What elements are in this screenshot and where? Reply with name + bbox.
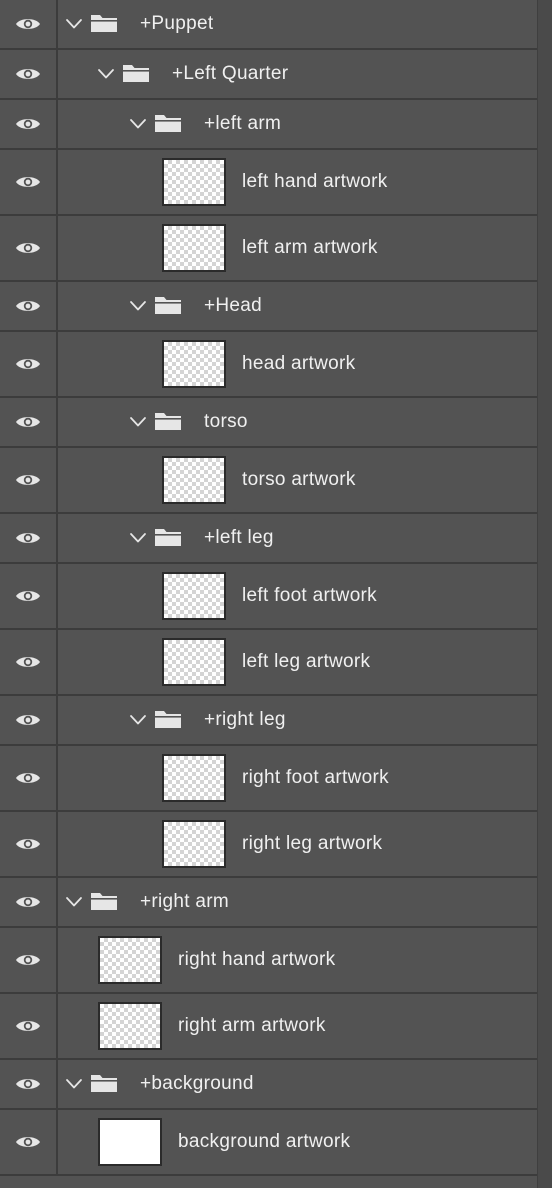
folder-icon — [90, 1073, 118, 1093]
eye-icon[interactable] — [0, 564, 58, 628]
layer-name[interactable]: torso artwork — [242, 468, 356, 492]
layer-group-row[interactable]: +background — [0, 1060, 538, 1110]
layer-thumbnail[interactable] — [162, 340, 226, 388]
group-name[interactable]: +right arm — [140, 890, 229, 914]
eye-icon[interactable] — [0, 878, 58, 926]
group-name[interactable]: +left arm — [204, 112, 281, 136]
eye-icon[interactable] — [0, 448, 58, 512]
eye-icon[interactable] — [0, 398, 58, 446]
layer-name[interactable]: left arm artwork — [242, 236, 378, 260]
folder-icon — [122, 63, 150, 83]
layer-row[interactable]: torso artwork — [0, 448, 538, 514]
layer-group-row[interactable]: torso — [0, 398, 538, 448]
eye-icon[interactable] — [0, 994, 58, 1058]
layer-thumbnail[interactable] — [162, 820, 226, 868]
layer-thumbnail[interactable] — [162, 456, 226, 504]
eye-icon[interactable] — [0, 216, 58, 280]
layer-group-row[interactable]: +Left Quarter — [0, 50, 538, 100]
eye-icon[interactable] — [0, 746, 58, 810]
eye-icon[interactable] — [0, 812, 58, 876]
folder-icon — [154, 295, 182, 315]
layer-thumbnail[interactable] — [162, 754, 226, 802]
layer-name[interactable]: left hand artwork — [242, 170, 388, 194]
layer-name[interactable]: right arm artwork — [178, 1014, 326, 1038]
eye-icon[interactable] — [0, 928, 58, 992]
layer-thumbnail[interactable] — [98, 936, 162, 984]
folder-icon — [154, 527, 182, 547]
layer-row[interactable]: left arm artwork — [0, 216, 538, 282]
chevron-down-icon[interactable] — [129, 531, 147, 543]
layer-name[interactable]: left leg artwork — [242, 650, 370, 674]
eye-icon[interactable] — [0, 1110, 58, 1174]
layer-group-row[interactable]: +right arm — [0, 878, 538, 928]
layer-group-row[interactable]: +Puppet — [0, 0, 538, 50]
group-name[interactable]: +Puppet — [140, 12, 213, 36]
layer-row[interactable]: right hand artwork — [0, 928, 538, 994]
eye-icon[interactable] — [0, 696, 58, 744]
chevron-down-icon[interactable] — [65, 895, 83, 907]
group-name[interactable]: torso — [204, 410, 248, 434]
group-name[interactable]: +Left Quarter — [172, 62, 288, 86]
eye-icon[interactable] — [0, 50, 58, 98]
layer-row[interactable]: background artwork — [0, 1110, 538, 1176]
layer-thumbnail[interactable] — [162, 224, 226, 272]
layer-row[interactable]: head artwork — [0, 332, 538, 398]
group-name[interactable]: +background — [140, 1072, 254, 1096]
layer-row[interactable]: right leg artwork — [0, 812, 538, 878]
layer-name[interactable]: left foot artwork — [242, 584, 377, 608]
layer-thumbnail[interactable] — [162, 638, 226, 686]
group-name[interactable]: +Head — [204, 294, 262, 318]
layer-row[interactable]: right arm artwork — [0, 994, 538, 1060]
folder-icon — [154, 113, 182, 133]
folder-icon — [90, 891, 118, 911]
eye-icon[interactable] — [0, 150, 58, 214]
layer-thumbnail[interactable] — [162, 572, 226, 620]
layer-name[interactable]: right leg artwork — [242, 832, 382, 856]
layer-thumbnail[interactable] — [98, 1118, 162, 1166]
layer-row[interactable]: left foot artwork — [0, 564, 538, 630]
eye-icon[interactable] — [0, 630, 58, 694]
eye-icon[interactable] — [0, 1060, 58, 1108]
eye-icon[interactable] — [0, 100, 58, 148]
layer-group-row[interactable]: +left leg — [0, 514, 538, 564]
chevron-down-icon[interactable] — [97, 67, 115, 79]
folder-icon — [154, 709, 182, 729]
chevron-down-icon[interactable] — [65, 17, 83, 29]
panel-scroll-rail[interactable] — [537, 0, 552, 1188]
layer-name[interactable]: head artwork — [242, 352, 355, 376]
chevron-down-icon[interactable] — [129, 117, 147, 129]
eye-icon[interactable] — [0, 514, 58, 562]
layer-group-row[interactable]: +right leg — [0, 696, 538, 746]
layer-group-row[interactable]: +left arm — [0, 100, 538, 150]
layers-panel: +Puppet +Left Quarter +left arm left hand a… — [0, 0, 552, 1188]
group-name[interactable]: +right leg — [204, 708, 286, 732]
eye-icon[interactable] — [0, 332, 58, 396]
layer-thumbnail[interactable] — [162, 158, 226, 206]
layer-row[interactable]: left leg artwork — [0, 630, 538, 696]
chevron-down-icon[interactable] — [65, 1077, 83, 1089]
eye-icon[interactable] — [0, 0, 58, 48]
chevron-down-icon[interactable] — [129, 299, 147, 311]
layer-group-row[interactable]: +Head — [0, 282, 538, 332]
layer-name[interactable]: background artwork — [178, 1130, 350, 1154]
chevron-down-icon[interactable] — [129, 415, 147, 427]
layer-row[interactable]: right foot artwork — [0, 746, 538, 812]
folder-icon — [154, 411, 182, 431]
layer-name[interactable]: right foot artwork — [242, 766, 389, 790]
folder-icon — [90, 13, 118, 33]
chevron-down-icon[interactable] — [129, 713, 147, 725]
layer-thumbnail[interactable] — [98, 1002, 162, 1050]
layer-name[interactable]: right hand artwork — [178, 948, 335, 972]
group-name[interactable]: +left leg — [204, 526, 274, 550]
layer-row[interactable]: left hand artwork — [0, 150, 538, 216]
eye-icon[interactable] — [0, 282, 58, 330]
